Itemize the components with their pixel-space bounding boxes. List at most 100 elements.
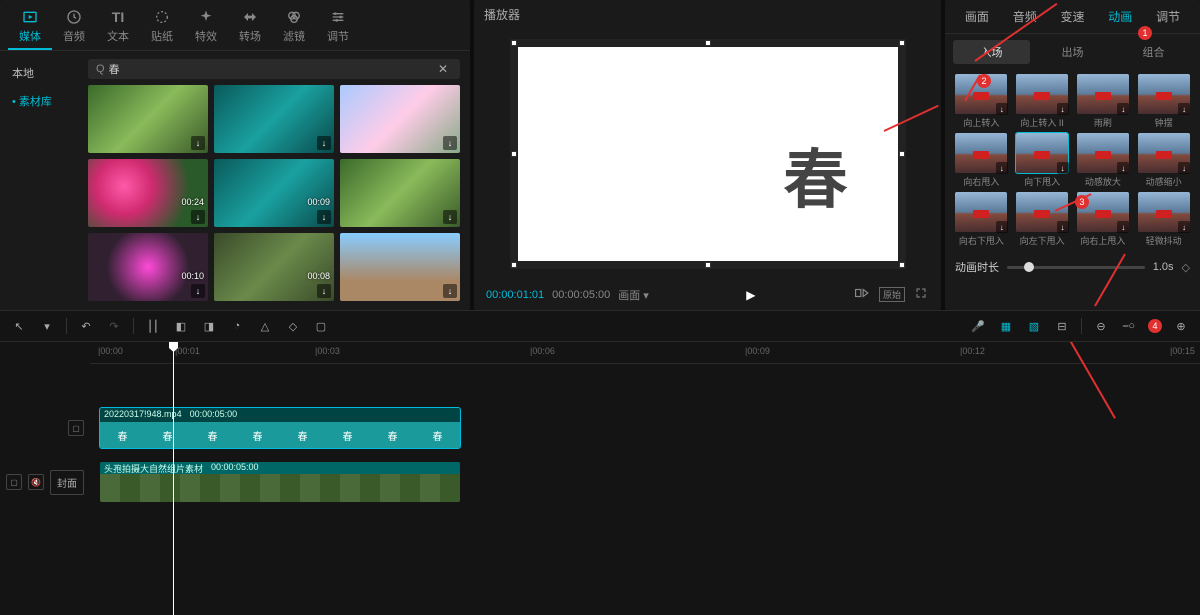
speed-icon[interactable]: ◔: [228, 317, 246, 335]
media-thumb[interactable]: ↓: [340, 85, 460, 153]
mirror-icon[interactable]: ◇: [284, 317, 302, 335]
anim-item[interactable]: ↓向上转入 II: [1014, 74, 1071, 129]
media-tab-adjust[interactable]: 调节: [316, 4, 360, 50]
reverse-icon[interactable]: △: [256, 317, 274, 335]
download-icon[interactable]: ↓: [996, 103, 1008, 115]
anim-item[interactable]: ↓钟摆: [1135, 74, 1192, 129]
undo-icon[interactable]: ↶: [77, 317, 95, 335]
split-icon[interactable]: ⎮⎮: [144, 317, 162, 335]
inspector-tab-2[interactable]: 变速: [1056, 6, 1088, 27]
zoom-out-icon[interactable]: ⊖: [1092, 317, 1110, 335]
redo-icon[interactable]: ↷: [105, 317, 123, 335]
media-thumb[interactable]: ↓: [88, 85, 208, 153]
original-icon[interactable]: 原始: [879, 287, 905, 302]
animation-grid: ↓向上转入↓向上转入 II↓雨刷↓钟摆↓向右甩入↓向下甩入↓动感放大↓动感缩小↓…: [945, 70, 1200, 251]
download-icon[interactable]: ↓: [1178, 162, 1190, 174]
preview-canvas[interactable]: 春: [518, 47, 898, 261]
cover-button[interactable]: 封面: [50, 470, 84, 495]
zoom-in-icon[interactable]: ⊕: [1172, 317, 1190, 335]
timeline[interactable]: |00:00|00:01|00:03|00:06|00:09|00:12|00:…: [0, 342, 1200, 615]
playhead[interactable]: [173, 342, 174, 615]
anim-item[interactable]: ↓动感放大: [1075, 133, 1132, 188]
media-tab-media[interactable]: 媒体: [8, 4, 52, 50]
anim-item[interactable]: ↓向右下甩入: [953, 192, 1010, 247]
media-thumb[interactable]: ↓: [340, 233, 460, 301]
search-bar[interactable]: Q ✕: [88, 59, 460, 79]
anim-item[interactable]: ↓向下甩入: [1014, 133, 1071, 188]
media-tab-filter[interactable]: 滤镜: [272, 4, 316, 50]
media-tab-sticker[interactable]: 贴纸: [140, 4, 184, 50]
download-icon[interactable]: ↓: [443, 210, 457, 224]
chevron-down-icon[interactable]: ▾: [38, 317, 56, 335]
inspector-subtab-0[interactable]: 入场: [953, 40, 1030, 64]
anim-item[interactable]: ↓轻微抖动: [1135, 192, 1192, 247]
anim-item[interactable]: ↓向右甩入: [953, 133, 1010, 188]
badge-1: 1: [1138, 26, 1152, 40]
anim-item[interactable]: ↓动感缩小: [1135, 133, 1192, 188]
download-icon[interactable]: ↓: [317, 210, 331, 224]
media-thumb[interactable]: ↓: [214, 85, 334, 153]
download-icon[interactable]: ↓: [1178, 103, 1190, 115]
link-icon[interactable]: ▧: [1025, 317, 1043, 335]
download-icon[interactable]: ↓: [1117, 162, 1129, 174]
inspector-subtab-2[interactable]: 组合: [1115, 40, 1192, 64]
download-icon[interactable]: ↓: [191, 136, 205, 150]
download-icon[interactable]: ↓: [191, 210, 205, 224]
inspector-tab-4[interactable]: 调节: [1152, 6, 1184, 27]
media-tab-text[interactable]: TI 文本: [96, 4, 140, 50]
magnet-icon[interactable]: ▦: [997, 317, 1015, 335]
media-tab-transition[interactable]: 转场: [228, 4, 272, 50]
duration-slider[interactable]: [1007, 266, 1145, 269]
download-icon[interactable]: ↓: [317, 136, 331, 150]
media-tab-effect[interactable]: 特效: [184, 4, 228, 50]
duration-stepper[interactable]: ◇: [1182, 261, 1190, 274]
media-thumb[interactable]: ↓: [340, 159, 460, 227]
download-icon[interactable]: ↓: [1178, 221, 1190, 233]
fullscreen-icon[interactable]: [913, 285, 929, 304]
track-lock-icon[interactable]: ▢: [6, 474, 22, 490]
download-icon[interactable]: ↓: [1117, 221, 1129, 233]
inspector-tab-1[interactable]: 音频: [1009, 6, 1041, 27]
download-icon[interactable]: ↓: [443, 136, 457, 150]
play-icon[interactable]: ▶: [746, 288, 755, 302]
media-thumb[interactable]: 00:08↓: [214, 233, 334, 301]
sidebar-item-local[interactable]: 本地: [0, 59, 78, 87]
download-icon[interactable]: ↓: [1117, 103, 1129, 115]
preview-stage[interactable]: 春: [474, 29, 941, 279]
timeline-ruler[interactable]: |00:00|00:01|00:03|00:06|00:09|00:12|00:…: [90, 342, 1200, 364]
download-icon[interactable]: ↓: [1057, 162, 1069, 174]
clear-icon[interactable]: ✕: [434, 62, 452, 76]
trim-right-icon[interactable]: ◨: [200, 317, 218, 335]
download-icon[interactable]: ↓: [443, 284, 457, 298]
download-icon[interactable]: ↓: [1057, 103, 1069, 115]
inspector-subtab-1[interactable]: 出场: [1034, 40, 1111, 64]
anim-item[interactable]: ↓向左下甩入: [1014, 192, 1071, 247]
download-icon[interactable]: ↓: [996, 162, 1008, 174]
anim-item[interactable]: ↓雨刷: [1075, 74, 1132, 129]
media-thumb[interactable]: 00:09↓: [214, 159, 334, 227]
inspector-tab-3[interactable]: 动画: [1104, 6, 1136, 27]
clip-video[interactable]: 20220317!948.mp4 00:00:05:00 春春春春春春春春: [100, 408, 460, 448]
download-icon[interactable]: ↓: [191, 284, 205, 298]
trim-left-icon[interactable]: ◧: [172, 317, 190, 335]
track-lock-icon[interactable]: ▢: [68, 420, 84, 436]
inspector-tab-0[interactable]: 画面: [961, 6, 993, 27]
track-mute-icon[interactable]: 🔇: [28, 474, 44, 490]
ratio-select[interactable]: 画面 ▾: [618, 287, 649, 303]
media-tab-audio[interactable]: 音频: [52, 4, 96, 50]
pointer-icon[interactable]: ↖: [10, 317, 28, 335]
zoom-slider-icon[interactable]: ⎯○: [1120, 317, 1138, 335]
media-thumb[interactable]: 00:24↓: [88, 159, 208, 227]
sidebar-item-library[interactable]: • 素材库: [0, 87, 78, 115]
compare-icon[interactable]: [853, 285, 871, 304]
download-icon[interactable]: ↓: [996, 221, 1008, 233]
media-thumb[interactable]: 00:10↓: [88, 233, 208, 301]
download-icon[interactable]: ↓: [1057, 221, 1069, 233]
tab-label: 文本: [107, 28, 129, 44]
download-icon[interactable]: ↓: [317, 284, 331, 298]
align-icon[interactable]: ⊟: [1053, 317, 1071, 335]
mic-icon[interactable]: 🎤: [969, 317, 987, 335]
search-input[interactable]: [109, 63, 434, 75]
crop-icon[interactable]: ▢: [312, 317, 330, 335]
clip-main[interactable]: 头孢拍摄大自然组片素材 00:00:05:00: [100, 462, 460, 502]
